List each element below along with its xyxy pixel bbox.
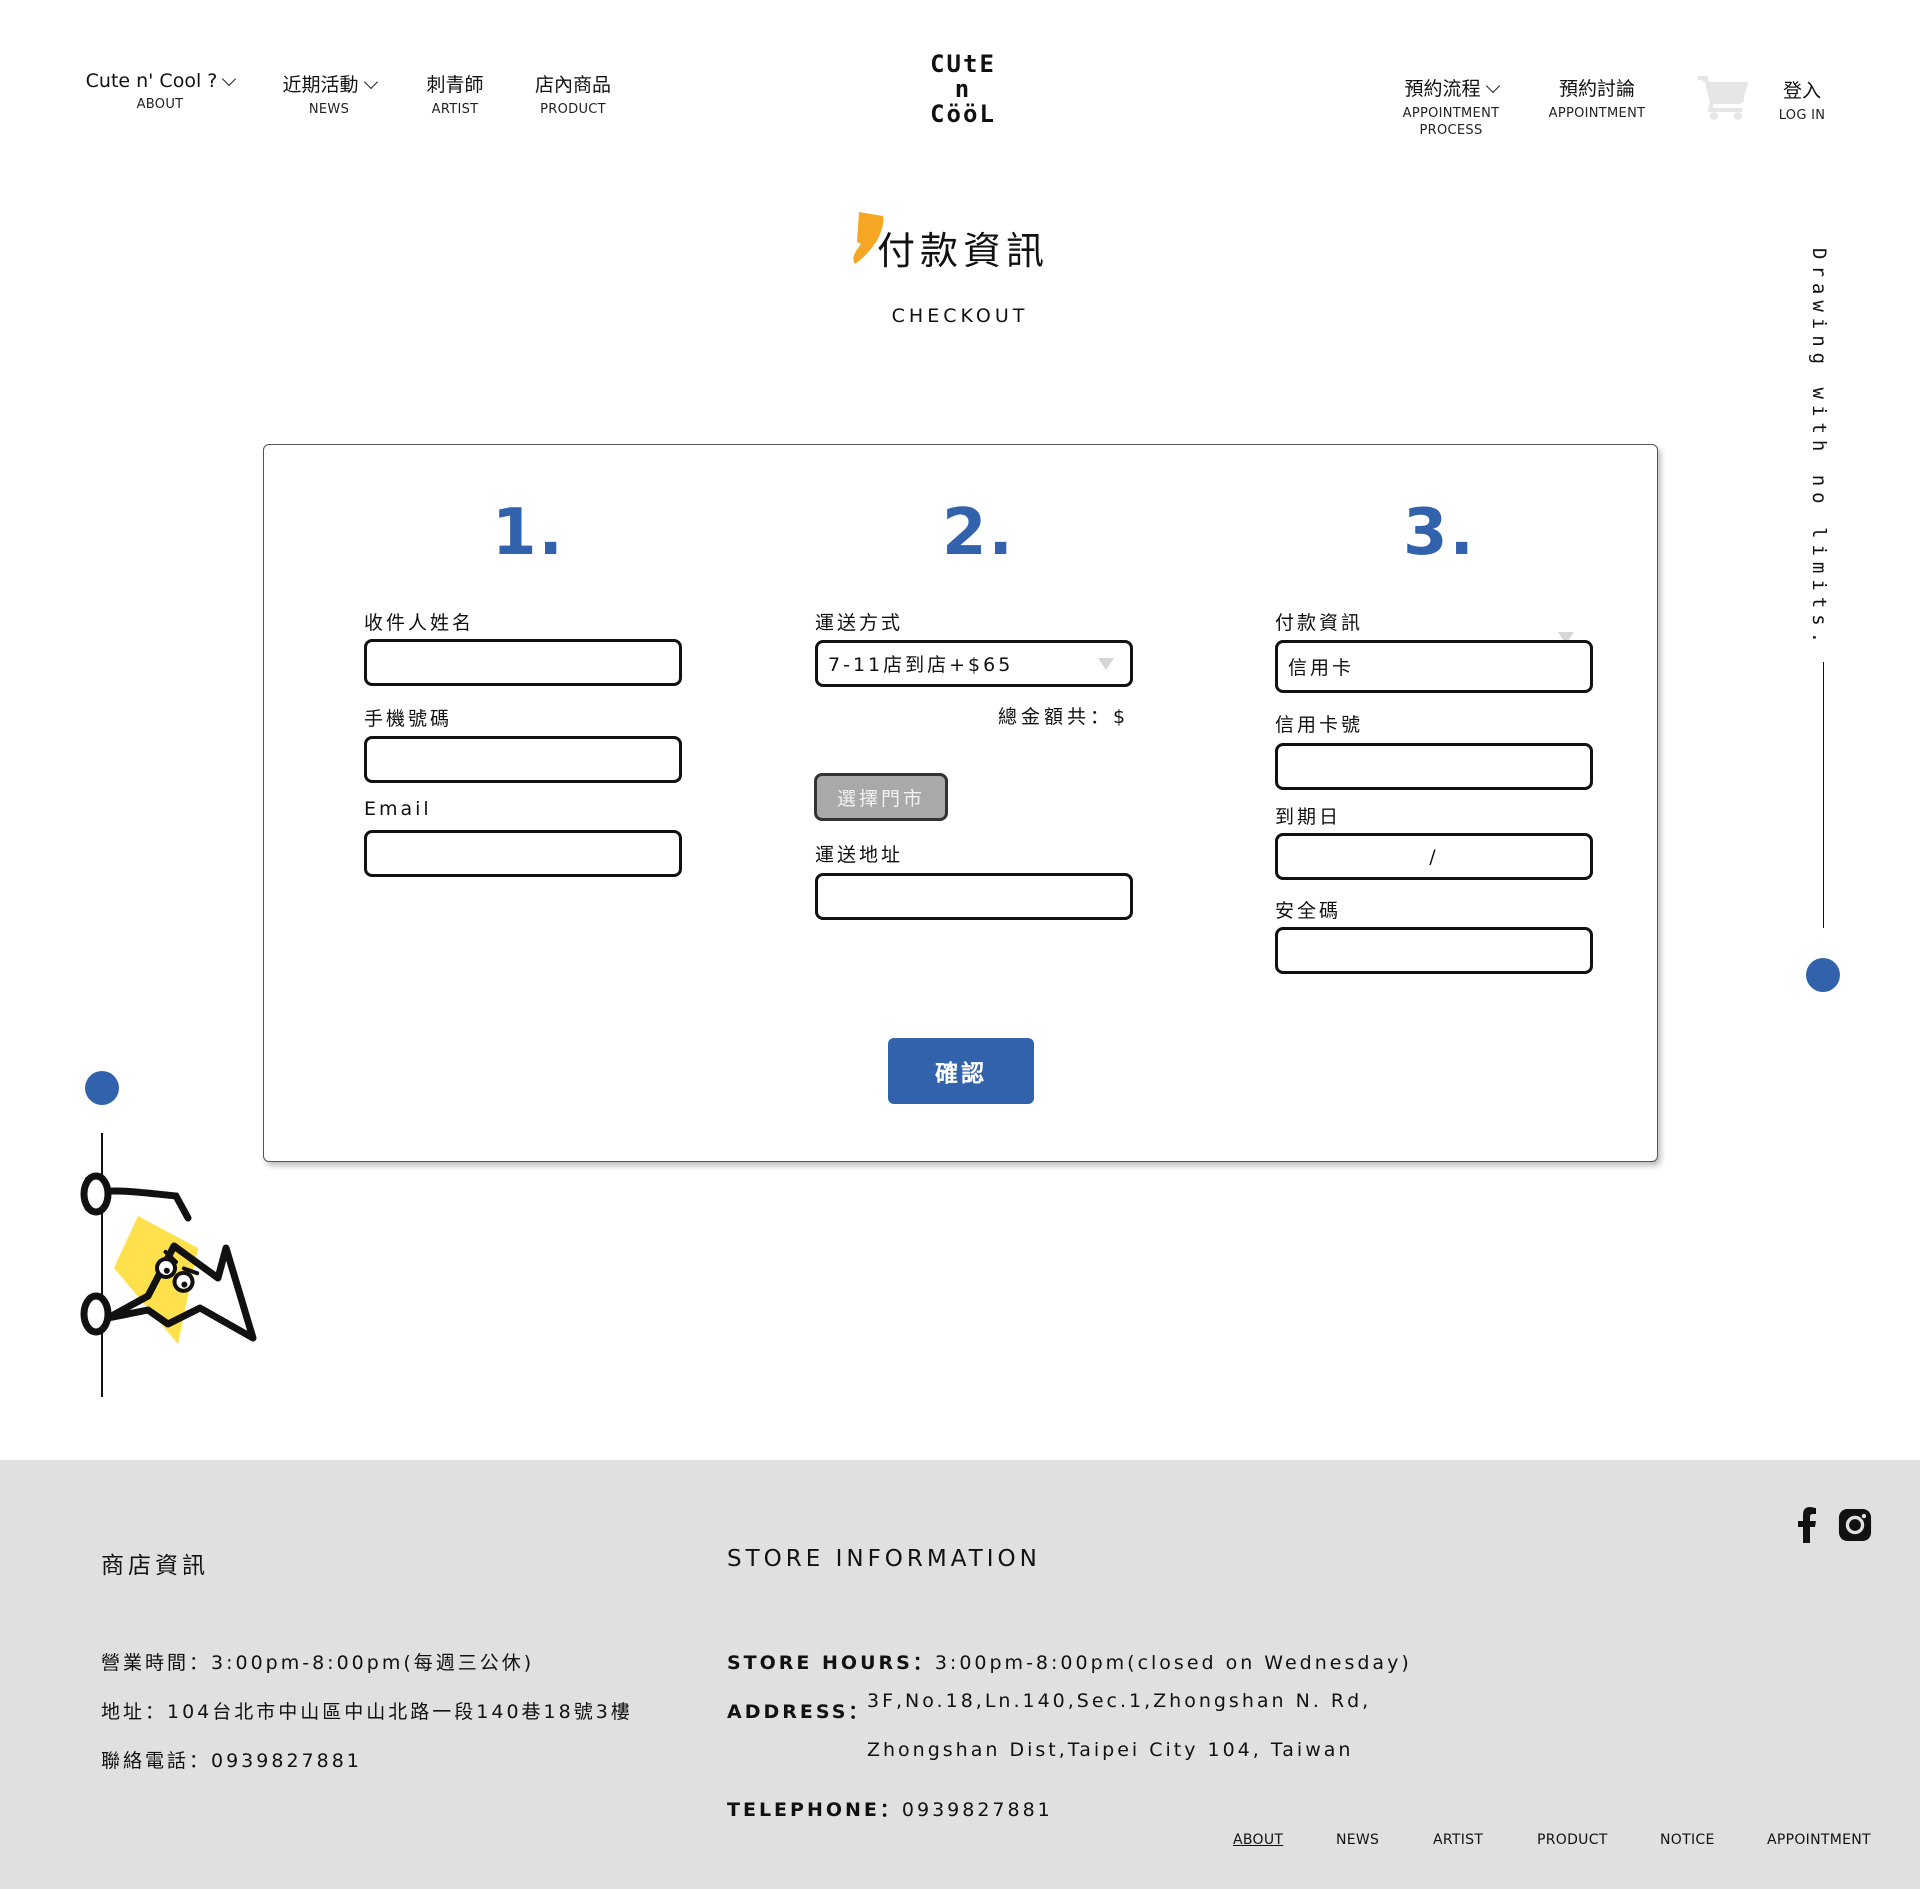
logo-line-3: CööL bbox=[930, 100, 996, 128]
chevron-down-icon bbox=[222, 71, 237, 87]
nav-about-sub: ABOUT bbox=[136, 97, 184, 112]
payment-method-label: 付款資訊 bbox=[1275, 612, 1364, 634]
mascot-illustration bbox=[80, 1172, 257, 1344]
footer-hours-en: STORE HOURS：3:00pm-8:00pm(closed on Wedn… bbox=[727, 1648, 1412, 1675]
footer-nav-artist[interactable]: ARTIST bbox=[1433, 1832, 1483, 1848]
nav-about[interactable]: Cute n' Cool ? ABOUT bbox=[82, 70, 238, 113]
expiry-label: 到期日 bbox=[1275, 806, 1342, 828]
shipping-method-select[interactable]: 7-11店到店+$65 bbox=[815, 640, 1133, 687]
vertical-tagline: Drawing with no limits. bbox=[1808, 248, 1830, 650]
page-title-block: 付款資訊 CHECKOUT bbox=[0, 212, 1920, 327]
nav-appointment-process-sub: APPOINTMENT PROCESS bbox=[1402, 106, 1500, 138]
expiry-field[interactable]: / bbox=[1275, 833, 1593, 880]
card-number-label: 信用卡號 bbox=[1275, 714, 1364, 736]
nav-artist-sub: ARTIST bbox=[431, 102, 479, 117]
payment-method-value: 信用卡 bbox=[1288, 657, 1355, 679]
nav-news[interactable]: 近期活動 NEWS bbox=[276, 70, 382, 118]
footer-heading-en: STORE INFORMATION bbox=[727, 1546, 1041, 1572]
nav-login-label: 登入 bbox=[1782, 80, 1821, 102]
page-title: 付款資訊 bbox=[853, 212, 1049, 275]
shipping-address-input[interactable] bbox=[828, 876, 1130, 917]
decor-dot bbox=[1806, 958, 1840, 992]
select-store-button[interactable]: 選擇門市 bbox=[814, 773, 948, 821]
nav-news-label: 近期活動 bbox=[282, 74, 359, 96]
footer-address-label-text: ADDRESS： bbox=[727, 1701, 871, 1723]
divider-line bbox=[1823, 662, 1824, 928]
step-number-1: 1. bbox=[492, 496, 565, 570]
footer-hours-zh: 營業時間：3:00pm-8:00pm(每週三公休) bbox=[101, 1652, 535, 1674]
nav-about-label: Cute n' Cool ? bbox=[85, 70, 218, 92]
order-total: 總金額共：$ bbox=[998, 706, 1130, 728]
footer-phone-label: TELEPHONE： bbox=[727, 1799, 902, 1821]
footer-phone-zh: 聯絡電話：0939827881 bbox=[101, 1750, 362, 1772]
nav-product-sub: PRODUCT bbox=[540, 102, 606, 117]
nav-artist[interactable]: 刺青師 ARTIST bbox=[420, 70, 490, 118]
logo[interactable]: CUtE n CööL bbox=[918, 52, 1008, 127]
expiry-separator: / bbox=[1429, 845, 1439, 868]
email-label: Email bbox=[364, 798, 432, 820]
nav-appointment[interactable]: 預約討論 APPOINTMENT bbox=[1542, 74, 1652, 122]
chevron-down-icon bbox=[1485, 78, 1500, 93]
footer-nav-news[interactable]: NEWS bbox=[1336, 1832, 1379, 1848]
nav-appointment-process[interactable]: 預約流程 APPOINTMENT PROCESS bbox=[1396, 74, 1506, 139]
shipping-method-label: 運送方式 bbox=[815, 612, 904, 634]
shipping-address-field[interactable] bbox=[815, 873, 1133, 920]
nav-product[interactable]: 店內商品 PRODUCT bbox=[530, 70, 616, 118]
footer-hours-value: 3:00pm-8:00pm(closed on Wednesday) bbox=[934, 1652, 1412, 1674]
email-input[interactable] bbox=[377, 833, 679, 874]
footer-heading-zh: 商店資訊 bbox=[101, 1553, 209, 1579]
phone-field[interactable] bbox=[364, 736, 682, 783]
chevron-down-icon bbox=[363, 74, 378, 89]
phone-input[interactable] bbox=[377, 739, 679, 780]
footer-nav-notice[interactable]: NOTICE bbox=[1660, 1832, 1715, 1848]
nav-login[interactable]: 登入 LOG IN bbox=[1770, 76, 1834, 124]
footer-address-line-2: Zhongshan Dist,Taipei City 104, Taiwan bbox=[867, 1739, 1354, 1761]
footer-phone-en: TELEPHONE：0939827881 bbox=[727, 1795, 1053, 1822]
step-number-2: 2. bbox=[942, 496, 1015, 570]
card-number-field[interactable] bbox=[1275, 743, 1593, 790]
phone-label: 手機號碼 bbox=[364, 708, 453, 730]
footer-phone-value: 0939827881 bbox=[901, 1799, 1053, 1821]
nav-appointment-label: 預約討論 bbox=[1558, 78, 1635, 100]
comma-mark-icon bbox=[853, 212, 884, 264]
nav-appointment-process-label: 預約流程 bbox=[1404, 78, 1481, 100]
confirm-button[interactable]: 確認 bbox=[888, 1038, 1034, 1104]
payment-method-select[interactable]: 信用卡 bbox=[1275, 640, 1593, 693]
footer-address-line-1: 3F,No.18,Ln.140,Sec.1,Zhongshan N. Rd, bbox=[867, 1690, 1372, 1712]
logo-line-2: n bbox=[954, 75, 972, 103]
nav-product-label: 店內商品 bbox=[534, 74, 611, 96]
nav-appointment-sub: APPOINTMENT bbox=[1548, 106, 1646, 121]
footer-address-label: ADDRESS： bbox=[727, 1697, 870, 1724]
nav-login-sub: LOG IN bbox=[1778, 108, 1826, 123]
dropdown-arrow-icon bbox=[1098, 658, 1114, 670]
security-code-field[interactable] bbox=[1275, 927, 1593, 974]
shipping-method-value: 7-11店到店+$65 bbox=[828, 654, 1014, 676]
footer-nav-about[interactable]: ABOUT bbox=[1233, 1832, 1283, 1848]
shipping-address-label: 運送地址 bbox=[815, 844, 904, 866]
page-subtitle: CHECKOUT bbox=[891, 305, 1029, 327]
footer-nav-appointment[interactable]: APPOINTMENT bbox=[1767, 1832, 1871, 1848]
recipient-name-label: 收件人姓名 bbox=[364, 612, 475, 634]
recipient-name-field[interactable] bbox=[364, 639, 682, 686]
recipient-name-input[interactable] bbox=[377, 642, 679, 683]
cart-icon[interactable] bbox=[1696, 72, 1748, 122]
card-number-input[interactable] bbox=[1288, 746, 1590, 787]
step-number-3: 3. bbox=[1403, 496, 1476, 570]
footer-hours-label: STORE HOURS： bbox=[727, 1652, 935, 1674]
security-code-input[interactable] bbox=[1288, 930, 1590, 971]
nav-artist-label: 刺青師 bbox=[426, 74, 484, 96]
footer-nav-product[interactable]: PRODUCT bbox=[1537, 1832, 1608, 1848]
facebook-icon[interactable] bbox=[1790, 1507, 1824, 1543]
logo-line-1: CUtE bbox=[930, 50, 996, 78]
instagram-icon[interactable] bbox=[1838, 1507, 1872, 1543]
security-code-label: 安全碼 bbox=[1275, 900, 1342, 922]
footer-address-zh: 地址：104台北市中山區中山北路一段140巷18號3樓 bbox=[101, 1701, 633, 1723]
email-field[interactable] bbox=[364, 830, 682, 877]
decor-dot bbox=[85, 1071, 119, 1105]
nav-news-sub: NEWS bbox=[308, 102, 350, 117]
page-title-text: 付款資訊 bbox=[876, 229, 1049, 273]
